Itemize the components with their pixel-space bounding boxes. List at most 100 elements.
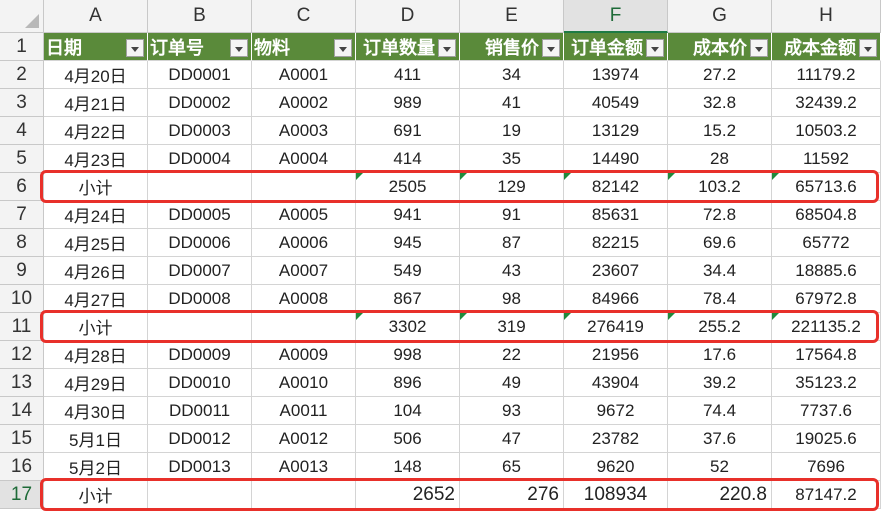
table-cell[interactable]: 98 (460, 285, 564, 313)
table-cell[interactable]: 549 (356, 257, 460, 285)
table-cell[interactable]: A0003 (252, 117, 356, 145)
row-header-1[interactable]: 1 (0, 33, 44, 61)
row-header-15[interactable]: 15 (0, 425, 44, 453)
table-cell[interactable]: 52 (668, 453, 772, 481)
table-cell[interactable]: DD0003 (148, 117, 252, 145)
table-cell[interactable]: 22 (460, 341, 564, 369)
subtotal-cell[interactable]: 82142 (564, 173, 668, 201)
row-header-10[interactable]: 10 (0, 285, 44, 313)
subtotal-cell[interactable]: 276419 (564, 313, 668, 341)
filter-dropdown-icon[interactable] (334, 39, 352, 57)
row-header-7[interactable]: 7 (0, 201, 44, 229)
row-header-14[interactable]: 14 (0, 397, 44, 425)
row-header-4[interactable]: 4 (0, 117, 44, 145)
table-cell[interactable]: 27.2 (668, 61, 772, 89)
table-cell[interactable]: 411 (356, 61, 460, 89)
table-cell[interactable]: 87 (460, 229, 564, 257)
subtotal-cell[interactable] (252, 173, 356, 201)
table-cell[interactable]: 43 (460, 257, 564, 285)
table-cell[interactable]: 7696 (772, 453, 881, 481)
header-cell[interactable]: 日期 (44, 33, 148, 61)
table-cell[interactable]: 414 (356, 145, 460, 173)
table-cell[interactable]: 37.6 (668, 425, 772, 453)
subtotal-cell[interactable]: 小计 (44, 481, 148, 509)
table-cell[interactable]: DD0001 (148, 61, 252, 89)
table-cell[interactable]: A0010 (252, 369, 356, 397)
column-header-e[interactable]: E (460, 0, 564, 33)
filter-dropdown-icon[interactable] (542, 39, 560, 57)
subtotal-cell[interactable]: 2652 (356, 481, 460, 509)
row-header-12[interactable]: 12 (0, 341, 44, 369)
table-cell[interactable]: 82215 (564, 229, 668, 257)
subtotal-cell[interactable] (252, 481, 356, 509)
table-cell[interactable]: 4月22日 (44, 117, 148, 145)
filter-dropdown-icon[interactable] (438, 39, 456, 57)
subtotal-cell[interactable] (148, 481, 252, 509)
table-cell[interactable]: 4月24日 (44, 201, 148, 229)
header-cell[interactable]: 订单号 (148, 33, 252, 61)
filter-dropdown-icon[interactable] (750, 39, 768, 57)
column-header-b[interactable]: B (148, 0, 252, 33)
table-cell[interactable]: 9672 (564, 397, 668, 425)
table-cell[interactable]: 148 (356, 453, 460, 481)
row-header-2[interactable]: 2 (0, 61, 44, 89)
table-cell[interactable]: 5月2日 (44, 453, 148, 481)
select-all-corner[interactable] (0, 0, 44, 33)
header-cell[interactable]: 成本价 (668, 33, 772, 61)
subtotal-cell[interactable]: 108934 (564, 481, 668, 509)
table-cell[interactable]: DD0009 (148, 341, 252, 369)
table-cell[interactable]: 65772 (772, 229, 881, 257)
subtotal-cell[interactable]: 319 (460, 313, 564, 341)
table-cell[interactable]: DD0005 (148, 201, 252, 229)
table-cell[interactable]: 78.4 (668, 285, 772, 313)
table-cell[interactable]: DD0011 (148, 397, 252, 425)
table-cell[interactable]: 23782 (564, 425, 668, 453)
table-cell[interactable]: 4月29日 (44, 369, 148, 397)
table-cell[interactable]: 4月21日 (44, 89, 148, 117)
table-cell[interactable]: 17564.8 (772, 341, 881, 369)
subtotal-cell[interactable]: 2505 (356, 173, 460, 201)
table-cell[interactable]: A0009 (252, 341, 356, 369)
table-cell[interactable]: 998 (356, 341, 460, 369)
filter-dropdown-icon[interactable] (230, 39, 248, 57)
filter-dropdown-icon[interactable] (859, 39, 877, 57)
table-cell[interactable]: 67972.8 (772, 285, 881, 313)
table-cell[interactable]: A0001 (252, 61, 356, 89)
subtotal-cell[interactable]: 255.2 (668, 313, 772, 341)
row-header-8[interactable]: 8 (0, 229, 44, 257)
table-cell[interactable]: 93 (460, 397, 564, 425)
table-cell[interactable]: DD0013 (148, 453, 252, 481)
table-cell[interactable]: 13974 (564, 61, 668, 89)
table-cell[interactable]: 989 (356, 89, 460, 117)
row-header-11[interactable]: 11 (0, 313, 44, 341)
table-cell[interactable]: 91 (460, 201, 564, 229)
filter-dropdown-icon[interactable] (126, 39, 144, 57)
table-cell[interactable]: 40549 (564, 89, 668, 117)
subtotal-cell[interactable]: 221135.2 (772, 313, 881, 341)
table-cell[interactable]: 4月25日 (44, 229, 148, 257)
header-cell[interactable]: 物料 (252, 33, 356, 61)
row-header-16[interactable]: 16 (0, 453, 44, 481)
row-header-5[interactable]: 5 (0, 145, 44, 173)
table-cell[interactable]: 4月28日 (44, 341, 148, 369)
table-cell[interactable]: 43904 (564, 369, 668, 397)
table-cell[interactable]: DD0004 (148, 145, 252, 173)
row-header-9[interactable]: 9 (0, 257, 44, 285)
table-cell[interactable]: 35123.2 (772, 369, 881, 397)
column-header-f[interactable]: F (564, 0, 668, 33)
column-header-g[interactable]: G (668, 0, 772, 33)
row-header-3[interactable]: 3 (0, 89, 44, 117)
table-cell[interactable]: DD0002 (148, 89, 252, 117)
table-cell[interactable]: DD0007 (148, 257, 252, 285)
filter-dropdown-icon[interactable] (646, 39, 664, 57)
table-cell[interactable]: 84966 (564, 285, 668, 313)
column-header-h[interactable]: H (772, 0, 881, 33)
table-cell[interactable]: A0006 (252, 229, 356, 257)
row-header-13[interactable]: 13 (0, 369, 44, 397)
table-cell[interactable]: 19 (460, 117, 564, 145)
table-cell[interactable]: 32.8 (668, 89, 772, 117)
header-cell[interactable]: 订单金额 (564, 33, 668, 61)
table-cell[interactable]: 49 (460, 369, 564, 397)
table-cell[interactable]: 506 (356, 425, 460, 453)
table-cell[interactable]: 41 (460, 89, 564, 117)
